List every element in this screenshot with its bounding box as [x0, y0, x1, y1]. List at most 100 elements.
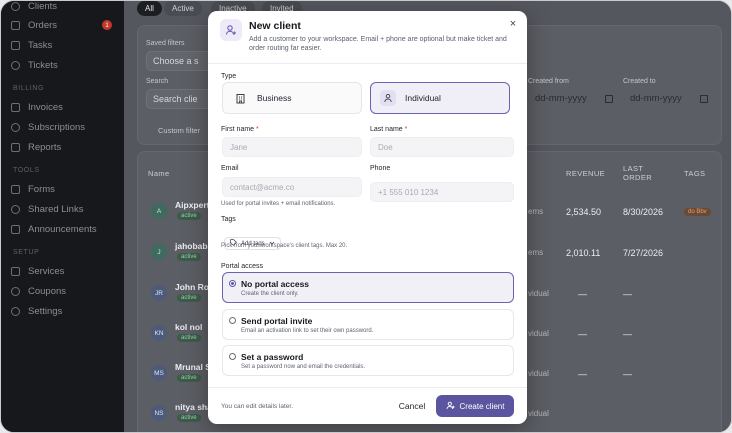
tasks-icon: [11, 40, 20, 50]
last-order-cell: —: [623, 289, 632, 299]
portal-option-none[interactable]: No portal access Create the client only.: [222, 272, 514, 303]
client-name[interactable]: jahobabs: [175, 241, 212, 251]
users-icon: [11, 1, 20, 11]
sidebar-item-tasks[interactable]: Tasks: [11, 37, 52, 53]
modal-title: New client: [249, 20, 301, 32]
footer-note: You can edit details later.: [221, 403, 294, 410]
radio-unselected[interactable]: [229, 353, 236, 360]
client-name[interactable]: John Ro: [175, 282, 209, 292]
sidebar-item-shared-links[interactable]: Shared Links: [11, 201, 83, 217]
revenue-cell: —: [578, 369, 587, 379]
filter-chip-all[interactable]: All: [137, 1, 162, 16]
created-to-input[interactable]: dd-mm-yyyy: [630, 93, 708, 104]
created-to-label: Created to: [623, 78, 656, 85]
subscription-icon: [11, 122, 20, 132]
custom-filter-button[interactable]: Custom filter: [158, 126, 200, 135]
tags-hint: Pick from your workspace's client tags. …: [221, 243, 348, 249]
cancel-button[interactable]: Cancel: [392, 397, 432, 415]
sidebar-item-announcements[interactable]: Announcements: [11, 221, 97, 237]
phone-field[interactable]: +1 555 010 1234: [370, 182, 514, 202]
sidebar-item-clients[interactable]: Clients: [11, 1, 57, 14]
avatar: KN: [151, 325, 167, 341]
avatar: JR: [151, 285, 167, 301]
saved-filters-label: Saved filters: [146, 40, 185, 47]
forms-icon: [11, 184, 20, 194]
type-option-business[interactable]: Business: [222, 82, 362, 114]
sidebar-item-orders[interactable]: Orders: [11, 17, 57, 33]
sidebar-item-reports[interactable]: Reports: [11, 139, 61, 155]
client-name[interactable]: Aipxpert: [175, 200, 209, 210]
col-header-revenue[interactable]: REVENUE: [566, 169, 605, 178]
revenue-cell: —: [578, 289, 587, 299]
email-label: Email: [221, 165, 239, 172]
sidebar-item-tickets[interactable]: Tickets: [11, 57, 58, 73]
status-badge: active: [177, 294, 201, 302]
radio-selected[interactable]: [229, 280, 236, 287]
created-from-input[interactable]: dd-mm-yyyy: [535, 93, 613, 104]
status-badge: active: [177, 212, 201, 220]
tags-label: Tags: [221, 216, 236, 223]
avatar: A: [151, 203, 167, 219]
building-icon: [232, 90, 248, 106]
last-order-cell: —: [623, 369, 632, 379]
services-icon: [11, 266, 20, 276]
section-tools: TOOLS: [13, 167, 40, 174]
coupon-icon: [11, 286, 20, 296]
orders-count-badge: 1: [102, 20, 112, 30]
type-option-individual[interactable]: Individual: [370, 82, 510, 114]
sidebar: Clients Orders 1 Tasks Tickets BILLING I…: [1, 1, 124, 432]
radio-unselected[interactable]: [229, 317, 236, 324]
portal-option-invite[interactable]: Send portal invite Email an activation l…: [222, 309, 514, 340]
create-client-button[interactable]: Create client: [436, 395, 514, 417]
calendar-icon: [699, 94, 708, 103]
section-billing: BILLING: [13, 85, 45, 92]
email-hint: Used for portal invites + email notifica…: [221, 201, 336, 207]
last-name-field[interactable]: Doe: [370, 137, 514, 157]
sidebar-item-forms[interactable]: Forms: [11, 181, 55, 197]
link-icon: [11, 204, 20, 214]
first-name-label: First name *: [221, 126, 259, 133]
type-cell: vidual: [528, 409, 549, 418]
email-field[interactable]: contact@acme.co: [222, 177, 362, 197]
col-header-name[interactable]: Name: [148, 169, 170, 178]
tickets-icon: [11, 60, 20, 70]
sidebar-item-subscriptions[interactable]: Subscriptions: [11, 119, 85, 135]
portal-option-password[interactable]: Set a password Set a password now and em…: [222, 345, 514, 376]
filter-chip-active[interactable]: Active: [164, 1, 202, 16]
status-badge: active: [177, 414, 201, 422]
footer-divider: [208, 387, 527, 388]
person-icon: [380, 90, 396, 106]
gear-icon: [11, 306, 20, 316]
close-icon[interactable]: ×: [507, 18, 519, 30]
modal-header: New client Add a customer to your worksp…: [208, 11, 527, 63]
portal-access-label: Portal access: [221, 263, 264, 270]
sidebar-item-settings[interactable]: Settings: [11, 303, 62, 319]
client-name[interactable]: nitya sha: [175, 402, 212, 412]
first-name-field[interactable]: Jane: [222, 137, 362, 157]
type-cell: vidual: [528, 369, 549, 378]
type-cell: vidual: [528, 289, 549, 298]
client-name[interactable]: kol nol: [175, 322, 202, 332]
type-label: Type: [221, 73, 237, 80]
tag-badge: do Bbv: [684, 208, 711, 216]
type-cell: vidual: [528, 329, 549, 338]
col-header-tags[interactable]: TAGS: [684, 169, 705, 178]
sidebar-item-services[interactable]: Services: [11, 263, 64, 279]
sidebar-item-coupons[interactable]: Coupons: [11, 283, 66, 299]
modal-subtitle: Add a customer to your workspace. Email …: [249, 36, 507, 52]
user-add-icon: [220, 19, 242, 41]
client-name[interactable]: Mrunal S: [175, 362, 211, 372]
section-setup: SETUP: [13, 249, 40, 256]
revenue-cell: 2,010.11: [566, 248, 601, 258]
header-divider: [208, 63, 527, 64]
type-cell: ems: [528, 248, 544, 257]
revenue-cell: 2,534.50: [566, 207, 602, 217]
last-name-label: Last name *: [370, 126, 408, 133]
avatar: NS: [151, 405, 167, 421]
phone-label: Phone: [370, 165, 391, 172]
sidebar-item-invoices[interactable]: Invoices: [11, 99, 63, 115]
col-header-last-order[interactable]: LAST ORDER: [623, 164, 663, 182]
type-cell: ems: [528, 207, 544, 216]
created-from-label: Created from: [528, 78, 569, 85]
last-order-cell: 7/27/2026: [623, 248, 664, 258]
